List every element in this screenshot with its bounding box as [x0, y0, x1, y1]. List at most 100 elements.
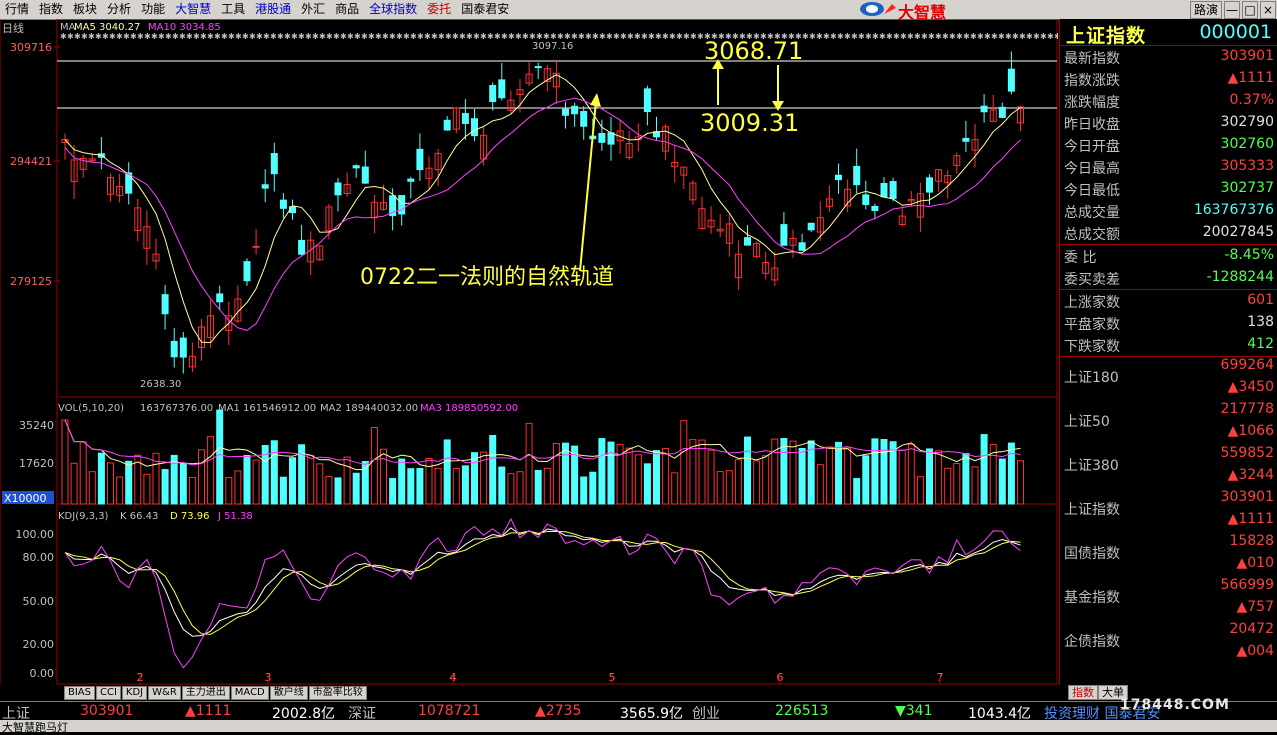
dotted-mark: ✱ [438, 32, 445, 41]
volume-bar [434, 467, 442, 505]
menu-item-5[interactable]: 大智慧 [170, 0, 216, 19]
quote-label: 最新指数 [1064, 51, 1120, 67]
volume-bar [1007, 442, 1015, 505]
candle-body [871, 205, 879, 212]
dotted-mark: ✱ [340, 32, 347, 41]
quote-value: 138 [1247, 314, 1274, 330]
breadth-rows: 上涨家数 601 平盘家数 138 下跌家数 412 [1060, 290, 1277, 357]
dotted-mark: ✱ [333, 32, 340, 41]
menu-item-3[interactable]: 分析 [102, 0, 136, 19]
index-row[interactable]: 上证180 699264 ▲3450 [1060, 357, 1277, 401]
quote-row: 今日开盘 302760 [1060, 134, 1277, 156]
index-change: ▲3450 [1227, 379, 1274, 395]
dotted-mark: ✱ [137, 32, 144, 41]
logo-icon [860, 2, 896, 16]
indicator-tab-6[interactable]: 散户线 [269, 686, 308, 700]
menu-item-0[interactable]: 行情 [0, 0, 34, 19]
candle-body [853, 165, 861, 186]
dotted-mark: ✱ [1040, 32, 1047, 41]
dotted-mark: ✱ [228, 32, 235, 41]
maximize-button[interactable]: □ [1242, 1, 1258, 19]
menu-item-8[interactable]: 外汇 [296, 0, 330, 19]
dotted-mark: ✱ [424, 32, 431, 41]
volume-bar [816, 464, 824, 505]
dotted-mark: ✱ [1005, 32, 1012, 41]
volume-bar [352, 472, 360, 505]
index-label: 基金指数 [1064, 590, 1120, 606]
index-label: 企债指数 [1064, 634, 1120, 650]
dotted-mark: ✱ [942, 32, 949, 41]
indicator-tab-1[interactable]: CCI [96, 686, 121, 700]
index-row[interactable]: 国债指数 15828 ▲010 [1060, 533, 1277, 577]
candle-body [744, 237, 751, 246]
quote-label: 委买卖差 [1064, 272, 1120, 288]
menu-item-11[interactable]: 委托 [422, 0, 456, 19]
kline-chart-area[interactable]: 日线 MAMA5 3040.27 MA10 3034.85✱ ✱ ✱ ✱ ✱ ✱ ✱ ✱ ✱ ✱ ✱ ✱ ✱… [0, 19, 1058, 685]
menu-item-12[interactable]: 国泰君安 [456, 0, 514, 19]
dotted-mark: ✱ [95, 32, 102, 41]
kdj-j-line [64, 517, 1021, 669]
indicator-tab-0[interactable]: BIAS [64, 686, 95, 700]
dotted-mark: ✱ [396, 32, 403, 41]
menu-items: 行情 指数 板块 分析 功能 大智慧 工具 港股通 外汇 商品 全球指数 委托 国泰君安 [0, 0, 514, 19]
candle-body [261, 184, 269, 189]
index-row[interactable]: 企债指数 20472 ▲004 [1060, 621, 1277, 665]
candle-body [580, 111, 588, 127]
volume-bar [998, 458, 1006, 505]
volume-bar [825, 446, 833, 505]
index-row[interactable]: 上证380 559852 ▲3244 [1060, 445, 1277, 489]
volume-bar [698, 439, 706, 505]
indicator-tab-5[interactable]: MACD [230, 686, 269, 700]
indicator-tab-2[interactable]: KDJ [121, 686, 148, 700]
candle-body [461, 113, 469, 124]
dotted-mark: ✱ [277, 32, 284, 41]
volume-bar [971, 466, 979, 505]
volume-bar [216, 409, 224, 505]
dotted-mark: ✱ [207, 32, 214, 41]
menu-item-7[interactable]: 港股通 [250, 0, 296, 19]
quote-row: 委买卖差 -1288244 [1060, 267, 1277, 289]
volume-bar [116, 476, 124, 505]
index-row[interactable]: 上证指数 303901 ▲1111 [1060, 489, 1277, 533]
dotted-mark: ✱ [214, 32, 221, 41]
candle-body [962, 137, 970, 142]
dotted-mark: ✱ [473, 32, 480, 41]
volume-bar [425, 457, 433, 505]
volume-bar [270, 440, 278, 505]
volume-bar [662, 448, 670, 505]
menu-item-4[interactable]: 功能 [136, 0, 170, 19]
volume-bar [844, 447, 852, 505]
dotted-mark: ✱ [858, 32, 865, 41]
volume-bar [580, 476, 588, 505]
quote-label: 涨跌幅度 [1064, 95, 1120, 111]
dotted-mark: ✱ [1047, 32, 1054, 41]
menu-item-2[interactable]: 板块 [68, 0, 102, 19]
dotted-mark: ✱ [298, 32, 305, 41]
indicator-tab-7[interactable]: 市盈率比较 [308, 686, 367, 700]
menu-item-1[interactable]: 指数 [34, 0, 68, 19]
indicator-tab-4[interactable]: 主力进出 [181, 686, 230, 700]
index-value: 303901 [1220, 489, 1274, 505]
minimize-button[interactable]: — [1224, 1, 1240, 19]
dotted-mark: ✱ [270, 32, 277, 41]
menu-item-10[interactable]: 全球指数 [364, 0, 422, 19]
menu-item-9[interactable]: 商品 [330, 0, 364, 19]
volume-bar [361, 461, 369, 505]
index-row[interactable]: 基金指数 566999 ▲757 [1060, 577, 1277, 621]
low-label: 2638.30 [140, 379, 181, 390]
index-row[interactable]: 上证50 217778 ▲1066 [1060, 401, 1277, 445]
quote-value: -8.45% [1224, 247, 1274, 263]
roadshow-button[interactable]: 路演 [1189, 1, 1222, 19]
volume-bar [1017, 460, 1024, 505]
kline-y-tick: 279125 [10, 275, 52, 288]
kdj-legend: KDJ(9,3,3) [58, 511, 109, 522]
volume-bar [416, 468, 424, 505]
menu-item-6[interactable]: 工具 [216, 0, 250, 19]
vol-value: 163767376.00 [140, 403, 213, 414]
kline-y-tick: 294421 [10, 155, 52, 168]
quote-value: 0.37% [1229, 92, 1274, 108]
indicator-tab-3[interactable]: W&R [148, 686, 181, 700]
quote-value: 601 [1247, 292, 1274, 308]
tab-index[interactable]: 指数 [1068, 685, 1098, 700]
close-button[interactable]: × [1260, 1, 1276, 19]
